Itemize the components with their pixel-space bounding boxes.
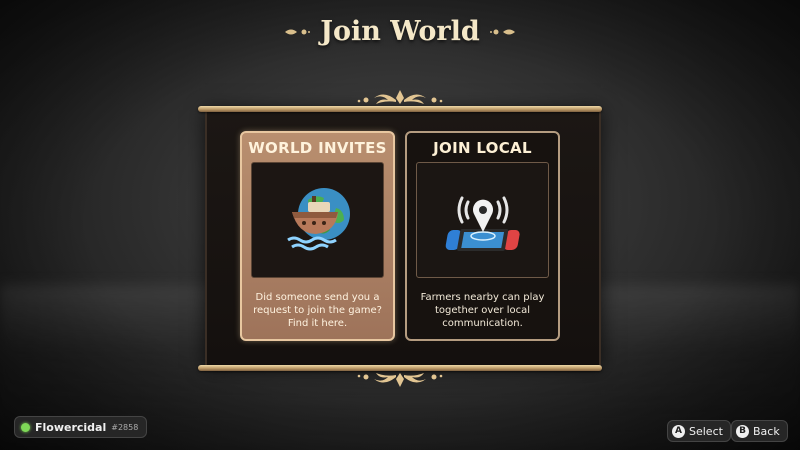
back-label: Back <box>753 424 780 438</box>
world-invites-title: WORLD INVITES <box>248 139 387 157</box>
select-label: Select <box>689 424 723 438</box>
select-hint[interactable]: A Select <box>667 420 731 442</box>
a-button-icon: A <box>672 424 685 438</box>
join-local-title: JOIN LOCAL <box>433 139 532 157</box>
player-badge: Flowercidal #2858 <box>14 416 148 438</box>
title-flourish-left-icon <box>284 26 311 38</box>
player-name: Flowercidal <box>35 420 107 434</box>
player-tag: #2858 <box>111 422 139 432</box>
local-console-signal-icon <box>445 196 520 251</box>
world-invites-description: Did someone send you a request to join t… <box>253 292 382 329</box>
world-invites-image <box>251 162 384 278</box>
title-bar: Join World <box>0 16 800 47</box>
page-title: Join World <box>320 16 480 47</box>
join-local-card[interactable]: JOIN LOCAL Farmers nearby can play toget… <box>405 131 560 341</box>
bottom-ornament-icon <box>357 373 443 387</box>
world-invites-card[interactable]: WORLD INVITES Did someone send you a req… <box>240 131 395 341</box>
join-local-image <box>416 162 549 278</box>
join-local-description: Farmers nearby can play together over lo… <box>420 292 545 329</box>
b-button-icon: B <box>736 424 749 438</box>
back-hint[interactable]: B Back <box>731 420 788 442</box>
top-ornament-icon <box>357 90 443 104</box>
title-flourish-right-icon <box>489 26 516 38</box>
ship-globe-icon <box>286 188 350 251</box>
online-status-icon <box>21 422 30 432</box>
